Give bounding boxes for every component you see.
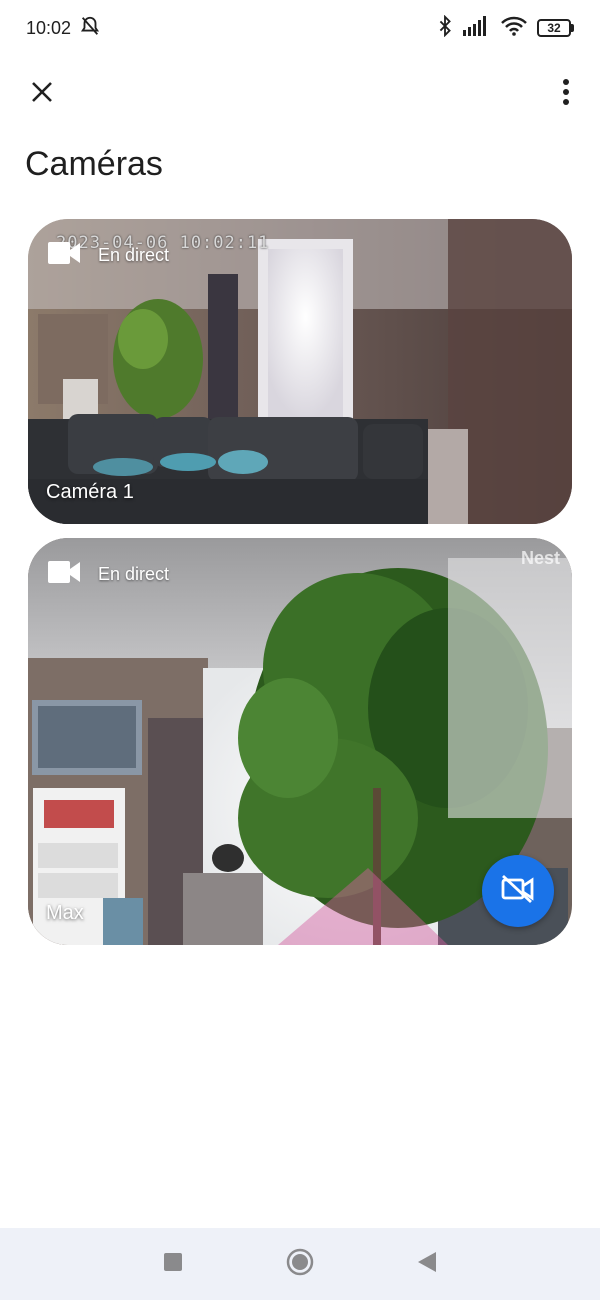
status-bar: 10:02 32 — [0, 0, 600, 56]
circle-icon — [286, 1248, 314, 1281]
square-icon — [163, 1252, 183, 1277]
status-right: 32 — [437, 14, 574, 42]
triangle-back-icon — [417, 1251, 437, 1278]
battery-level: 32 — [537, 19, 571, 37]
more-options-button[interactable] — [548, 76, 584, 112]
nest-watermark: Nest — [520, 548, 560, 568]
recents-button[interactable] — [153, 1244, 193, 1284]
videocam-icon — [48, 560, 80, 589]
live-indicator: En direct — [48, 241, 169, 270]
close-icon — [30, 80, 54, 109]
page-title: Caméras — [25, 145, 163, 183]
close-button[interactable] — [24, 76, 60, 112]
status-left: 10:02 — [26, 15, 101, 42]
battery-icon: 32 — [537, 19, 574, 37]
app-bar — [0, 64, 600, 124]
back-button[interactable] — [407, 1244, 447, 1284]
video-off-button[interactable] — [482, 855, 554, 927]
live-indicator: En direct — [48, 560, 169, 589]
system-nav-bar — [0, 1228, 600, 1300]
videocam-icon — [48, 241, 80, 270]
camera-card[interactable]: Nest En direct Max — [28, 538, 572, 945]
clock: 10:02 — [26, 17, 72, 38]
live-label: En direct — [98, 564, 170, 584]
signal-icon — [463, 15, 491, 41]
live-label: En direct — [98, 245, 170, 265]
bluetooth-icon — [437, 14, 453, 42]
wifi-icon — [501, 16, 527, 41]
home-button[interactable] — [280, 1244, 320, 1284]
camera-name: Max — [46, 902, 84, 924]
videocam-off-icon — [500, 874, 536, 909]
camera-card[interactable]: 2023-04-06 10:02:11 En direct Caméra 1 — [28, 219, 572, 524]
more-vert-icon — [562, 78, 570, 110]
bell-off-icon — [79, 15, 101, 42]
camera-name: Caméra 1 — [46, 481, 134, 503]
